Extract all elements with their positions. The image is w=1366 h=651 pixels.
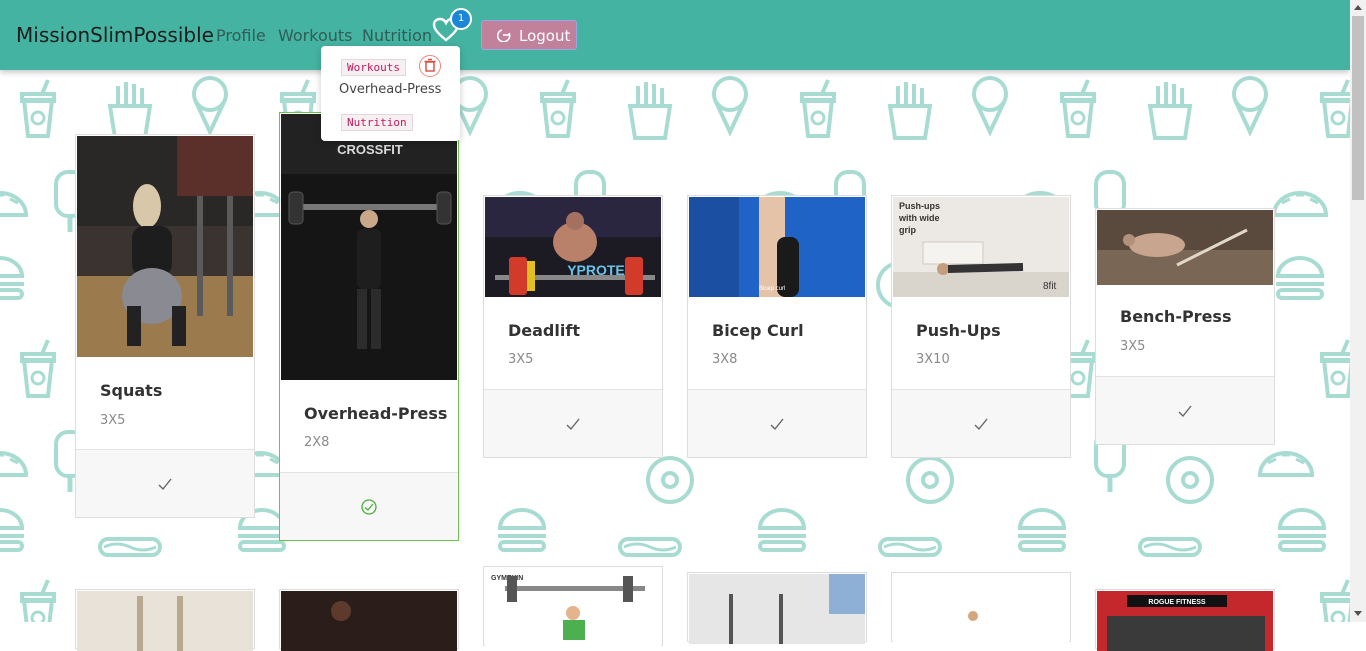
- workout-title: Squats: [100, 381, 163, 400]
- nutrition-tag: Nutrition: [341, 114, 413, 131]
- nav-link-profile[interactable]: Profile: [216, 26, 266, 45]
- workout-reps: 3X5: [1120, 339, 1146, 354]
- logout-button[interactable]: Logout: [481, 20, 577, 50]
- logout-label: Logout: [519, 27, 571, 45]
- workout-reps: 3X8: [712, 352, 738, 367]
- workout-card[interactable]: [279, 589, 459, 651]
- favorites-dropdown: Workouts Overhead-Press Nutrition: [321, 46, 460, 141]
- rogue-logo-text: ROGUE FITNESS: [1148, 599, 1206, 606]
- workouts-tag: Workouts: [341, 59, 406, 76]
- workout-image: [689, 574, 865, 644]
- workout-card[interactable]: ROGUE FITNESS: [1095, 589, 1275, 651]
- nav-link-workouts[interactable]: Workouts: [278, 26, 352, 45]
- workout-title: Bench-Press: [1120, 307, 1232, 326]
- workout-title: Bicep Curl: [712, 321, 804, 340]
- card-footer: [484, 389, 662, 457]
- workout-image: [1097, 210, 1273, 285]
- card-footer: [688, 389, 866, 457]
- crossfit-logo-text: CROSSFIT: [337, 142, 403, 157]
- workout-image: [281, 591, 457, 651]
- workout-image: [893, 574, 1069, 644]
- brand-logo[interactable]: MissionSlimPossible: [16, 23, 214, 47]
- bicep-caption-text: Bicep curl: [759, 286, 785, 292]
- workout-image: YPROTEIN: [485, 197, 661, 297]
- card-footer: [76, 449, 254, 517]
- workout-card[interactable]: YPROTEIN Deadlift 3X5: [483, 195, 663, 458]
- workout-card[interactable]: Bicep curl Bicep Curl 3X8: [687, 195, 867, 458]
- workout-image: Bicep curl: [689, 197, 865, 297]
- workout-reps: 3X10: [916, 352, 950, 367]
- workout-image: GYMEXIN: [485, 568, 661, 648]
- workout-card[interactable]: [687, 572, 867, 644]
- workout-card[interactable]: [891, 572, 1071, 644]
- trash-icon: [424, 58, 436, 72]
- complete-check-icon[interactable]: [769, 416, 785, 432]
- workout-card[interactable]: GYMEXIN: [483, 566, 663, 648]
- scroll-up-arrow-icon[interactable]: [1354, 5, 1362, 10]
- complete-check-icon[interactable]: [157, 476, 173, 492]
- scroll-down-arrow-icon[interactable]: [1354, 611, 1362, 616]
- workout-image: CROSSFIT: [281, 114, 457, 380]
- workout-image: [77, 591, 253, 651]
- workout-image: [77, 136, 253, 357]
- complete-check-icon[interactable]: [1177, 403, 1193, 419]
- workout-card[interactable]: Bench-Press 3X5: [1095, 208, 1275, 445]
- workout-title: Overhead-Press: [304, 404, 448, 423]
- scrollbar-thumb[interactable]: [1352, 16, 1364, 200]
- workout-card[interactable]: Push-ups with wide grip 8fit Push-Ups 3X10: [891, 195, 1071, 458]
- workout-title: Deadlift: [508, 321, 580, 340]
- delete-favorite-button[interactable]: [419, 55, 441, 77]
- page-scrollbar[interactable]: [1350, 0, 1366, 622]
- workout-title: Push-Ups: [916, 321, 1001, 340]
- card-footer: [280, 472, 458, 540]
- favorite-workout-item[interactable]: Overhead-Press: [339, 82, 441, 97]
- card-footer: [1096, 376, 1274, 444]
- workout-reps: 2X8: [304, 435, 330, 450]
- card-footer: [892, 389, 1070, 457]
- nav-link-nutrition[interactable]: Nutrition: [362, 26, 432, 45]
- complete-check-icon[interactable]: [973, 416, 989, 432]
- logout-icon: [496, 28, 511, 46]
- workout-reps: 3X5: [100, 413, 126, 428]
- workout-card[interactable]: Squats 3X5: [75, 134, 255, 518]
- workout-image: ROGUE FITNESS: [1097, 591, 1273, 651]
- favorites-count-badge: 1: [450, 8, 472, 30]
- completed-check-circle-icon[interactable]: [360, 498, 378, 516]
- workout-image: Push-ups with wide grip 8fit: [893, 197, 1069, 297]
- navbar: MissionSlimPossible Profile Workouts Nut…: [0, 0, 1350, 70]
- complete-check-icon[interactable]: [565, 416, 581, 432]
- workout-card[interactable]: [75, 589, 255, 651]
- 8fit-logo-text: 8fit: [1043, 281, 1057, 292]
- workout-card[interactable]: CROSSFIT Overhead-Press 2X8: [279, 112, 459, 541]
- workout-reps: 3X5: [508, 352, 534, 367]
